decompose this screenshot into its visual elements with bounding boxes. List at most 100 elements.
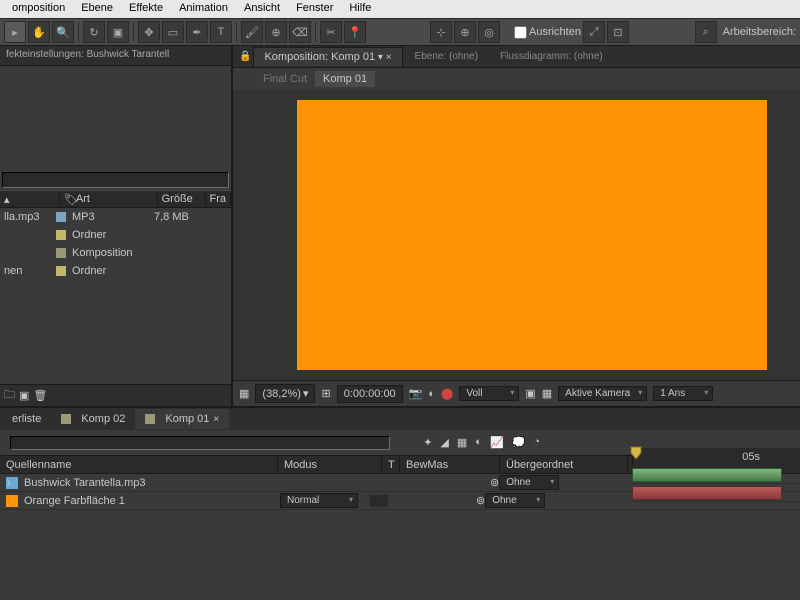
menu-bar: omposition Ebene Effekte Animation Ansic…: [0, 0, 800, 18]
rotate-tool[interactable]: ↻: [83, 21, 105, 43]
trackmatte-toggle[interactable]: [370, 495, 388, 507]
align-label: Ausrichten: [529, 26, 581, 38]
col-size: Größe: [158, 193, 206, 205]
project-row[interactable]: nen Ordner: [0, 262, 231, 280]
eraser-tool[interactable]: ⌫: [289, 21, 311, 43]
tab-renderqueue[interactable]: erliste: [2, 409, 51, 429]
project-row[interactable]: lla.mp3 MP3 7,8 MB: [0, 208, 231, 226]
graph-icon[interactable]: 📈: [490, 436, 504, 449]
breadcrumb-prev[interactable]: Final Cut: [263, 73, 307, 85]
parent-dropdown[interactable]: Ohne: [485, 493, 545, 508]
axis-world[interactable]: ⊕: [454, 21, 476, 43]
audio-bar[interactable]: [632, 468, 782, 482]
tab-composition[interactable]: Komposition: Komp 01 ▾ ×: [253, 47, 402, 66]
viewer-controls: ▦ (38,2%) ▾ ⊞ 0:00:00:00 📷 ◐ ⬤ Voll ▣ ▦ …: [233, 380, 800, 406]
track-audio[interactable]: [632, 466, 800, 484]
grid-icon[interactable]: ▦: [239, 387, 249, 400]
col-type: Art: [72, 193, 158, 205]
menu-layer[interactable]: Ebene: [73, 0, 121, 18]
menu-window[interactable]: Fenster: [288, 0, 341, 18]
layer-name: Bushwick Tarantella.mp3: [24, 477, 280, 489]
frameblend-icon[interactable]: ▦: [457, 436, 467, 449]
composition-viewer[interactable]: [233, 90, 800, 380]
lock-icon[interactable]: 🔒: [239, 51, 251, 62]
channel-icon[interactable]: ◐: [428, 388, 435, 400]
pen-tool[interactable]: ✒: [186, 21, 208, 43]
parent-pickwhip-icon[interactable]: ⊚: [476, 494, 485, 507]
region-icon[interactable]: ▣: [525, 387, 535, 400]
clone-tool[interactable]: ⊕: [265, 21, 287, 43]
project-row[interactable]: Komposition: [0, 244, 231, 262]
col-t: T: [382, 456, 400, 473]
left-panel: fekteinstellungen: Bushwick Tarantell ▴ …: [0, 46, 233, 406]
brainstorm-icon[interactable]: 💭: [512, 436, 526, 449]
search-icon[interactable]: ⌕: [695, 21, 717, 43]
effects-panel-tab[interactable]: fekteinstellungen: Bushwick Tarantell: [0, 46, 231, 66]
mode-dropdown[interactable]: Normal: [280, 493, 358, 508]
bin-icon[interactable]: 🗀: [4, 386, 15, 405]
col-bewmas: BewMas: [400, 456, 500, 473]
timecode[interactable]: 0:00:00:00: [337, 385, 403, 403]
new-comp-icon[interactable]: ▣: [19, 389, 29, 402]
tool-bar: ▸ ✋ 🔍 ↻ ▣ ✥ ▭ ✒ T 🖌 ⊕ ⌫ ✂ 📍 ⊹ ⊕ ◎ Ausric…: [0, 18, 800, 46]
tab-flowchart[interactable]: Flussdiagramm: (ohne): [490, 48, 613, 65]
roto-tool[interactable]: ✂: [320, 21, 342, 43]
text-tool[interactable]: T: [210, 21, 232, 43]
snap-bounds-icon[interactable]: ⊡: [607, 21, 629, 43]
composition-panel: 🔒 Komposition: Komp 01 ▾ × Ebene: (ohne)…: [233, 46, 800, 406]
playhead-icon[interactable]: [630, 446, 642, 460]
zoom-tool[interactable]: 🔍: [52, 21, 74, 43]
project-row[interactable]: Ordner: [0, 226, 231, 244]
menu-effects[interactable]: Effekte: [121, 0, 171, 18]
tab-komp01[interactable]: Komp 01 ×: [135, 409, 229, 429]
col-parent: Übergeordnet: [500, 456, 628, 473]
composition-canvas[interactable]: [297, 100, 767, 370]
tab-komp02[interactable]: Komp 02: [51, 409, 135, 429]
axis-view[interactable]: ◎: [478, 21, 500, 43]
solid-bar[interactable]: [632, 486, 782, 500]
hand-tool[interactable]: ✋: [28, 21, 50, 43]
breadcrumb: Final Cut Komp 01: [233, 68, 800, 90]
pin-tool[interactable]: 📍: [344, 21, 366, 43]
motionblur-icon[interactable]: ◐: [475, 436, 482, 449]
project-header: ▴ 🏷 Art Größe Fra: [0, 190, 231, 208]
col-source: Quellenname: [0, 456, 278, 473]
shape-tool[interactable]: ▭: [162, 21, 184, 43]
parent-dropdown[interactable]: Ohne: [499, 475, 559, 490]
res-icon[interactable]: ⊞: [321, 387, 330, 400]
trash-icon[interactable]: 🗑: [33, 389, 47, 402]
time-ruler[interactable]: 05s: [632, 448, 800, 466]
draft3d-icon[interactable]: ◢: [440, 436, 448, 449]
anchor-tool[interactable]: ✥: [138, 21, 160, 43]
comp-flowchart-icon[interactable]: ✦: [423, 436, 432, 449]
timeline-search[interactable]: [10, 436, 390, 450]
selection-tool[interactable]: ▸: [4, 21, 26, 43]
resolution-dropdown[interactable]: Voll: [459, 386, 519, 401]
menu-help[interactable]: Hilfe: [341, 0, 379, 18]
camera-tool[interactable]: ▣: [107, 21, 129, 43]
solid-icon: [6, 495, 18, 507]
audio-icon: ♪: [6, 477, 18, 489]
axis-local[interactable]: ⊹: [430, 21, 452, 43]
transparency-icon[interactable]: ▦: [542, 387, 552, 400]
menu-animation[interactable]: Animation: [171, 0, 236, 18]
track-solid[interactable]: [632, 484, 800, 502]
menu-view[interactable]: Ansicht: [236, 0, 288, 18]
workspace-label: Arbeitsbereich:: [723, 26, 796, 38]
views-dropdown[interactable]: 1 Ans: [653, 386, 713, 401]
project-search[interactable]: [2, 172, 229, 188]
autokeyfr-icon[interactable]: ◔: [533, 436, 540, 449]
snapshot-icon[interactable]: 📷: [409, 387, 423, 400]
breadcrumb-current[interactable]: Komp 01: [315, 71, 375, 87]
snap-icon[interactable]: ⤢: [583, 21, 605, 43]
parent-pickwhip-icon[interactable]: ⊚: [490, 476, 499, 489]
track-area: [632, 466, 800, 502]
layer-name: Orange Farbfläche 1: [24, 495, 280, 507]
snap-checkbox[interactable]: [514, 26, 527, 39]
tab-layer[interactable]: Ebene: (ohne): [405, 48, 488, 65]
brush-tool[interactable]: 🖌: [241, 21, 263, 43]
zoom-dropdown[interactable]: (38,2%) ▾: [255, 384, 315, 403]
color-icon[interactable]: ⬤: [441, 387, 453, 400]
menu-composition[interactable]: omposition: [4, 0, 73, 18]
camera-dropdown[interactable]: Aktive Kamera: [558, 386, 647, 401]
